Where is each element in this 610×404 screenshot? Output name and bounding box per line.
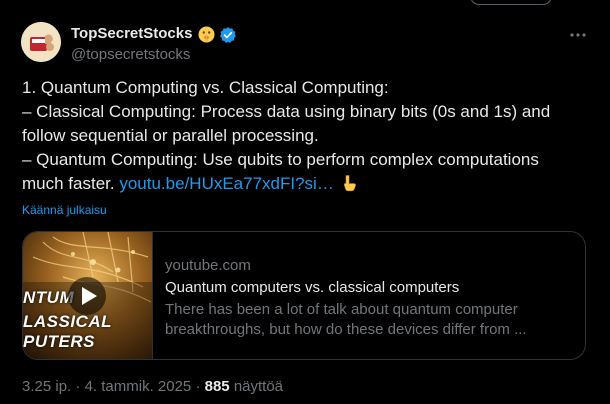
meta-separator: · [191,378,205,395]
shushing-face-icon [198,26,215,43]
views-count: 885 [204,378,230,395]
verified-badge-icon[interactable] [219,26,237,44]
avatar[interactable] [21,22,61,62]
tweet-text: 1. Quantum Computing vs. Classical Compu… [22,76,592,196]
backhand-index-pointing-down-icon [340,174,358,192]
link-preview-card[interactable]: NTUM LASSICAL PUTERS youtube.com Quantum… [22,231,586,360]
thumbnail-text: PUTERS [23,332,95,351]
tweet-metadata: 3.25 ip. · 4. tammik. 2025 · 885 näyttöä [22,378,283,395]
tweet-line: much faster. [22,174,115,193]
translate-post-link[interactable]: Käännä julkaisu [22,203,107,217]
more-dots-icon [570,33,586,37]
author-handle[interactable]: @topsecretstocks [71,46,190,63]
play-button[interactable] [67,276,107,316]
card-title[interactable]: Quantum computers vs. classical computer… [165,279,459,296]
tweet-time[interactable]: 3.25 ip. [22,378,71,395]
meta-separator: · [71,378,85,395]
tweet-link[interactable]: youtu.be/HUxEa77xdFI?si… [119,174,334,193]
tweet-line: 1. Quantum Computing vs. Classical Compu… [22,78,389,97]
more-options-button[interactable] [565,25,591,45]
tweet-last-line: much faster. youtu.be/HUxEa77xdFI?si… [22,172,592,196]
views-label: näyttöä [229,378,284,395]
tweet-line: – Quantum Computing: Use qubits to perfo… [22,150,539,169]
follow-button-partial[interactable] [470,0,552,5]
card-domain: youtube.com [165,257,251,274]
card-description: There has been a lot of talk about quant… [165,300,575,340]
card-description-line: breakthroughs, but how do these devices … [165,321,527,338]
card-thumbnail[interactable]: NTUM LASSICAL PUTERS [23,232,153,359]
play-icon [68,277,106,315]
tweet-line: follow sequential or parallel processing… [22,126,319,145]
tweet-line: – Classical Computing: Process data usin… [22,102,551,121]
card-description-line: There has been a lot of talk about quant… [165,301,518,318]
tweet-date[interactable]: 4. tammik. 2025 [85,378,192,395]
author-display-name[interactable]: TopSecretStocks [71,25,192,42]
